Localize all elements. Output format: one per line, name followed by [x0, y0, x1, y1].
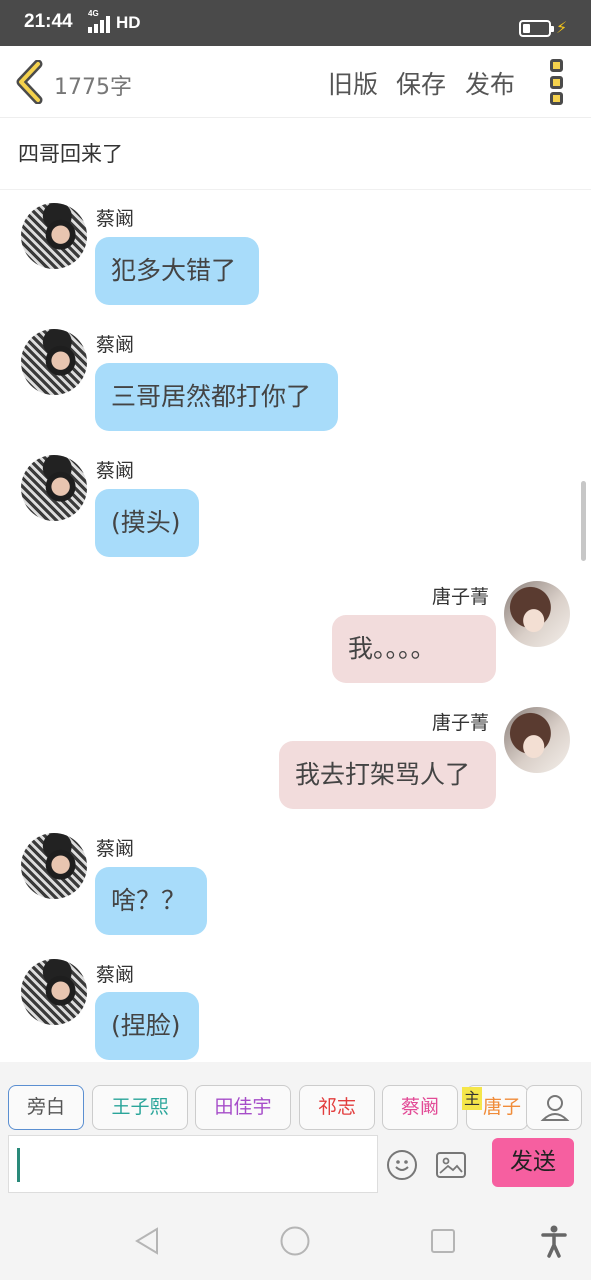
save-button[interactable]: 保存 — [396, 65, 446, 101]
triangle-back-icon[interactable] — [133, 1226, 161, 1256]
square-recent-icon[interactable] — [429, 1227, 457, 1255]
avatar[interactable] — [21, 959, 87, 1025]
battery-icon — [519, 20, 554, 37]
chat-bubble[interactable]: 我。。。。 — [332, 615, 496, 683]
character-chip-narrator[interactable]: 旁白 — [8, 1085, 84, 1130]
main-character-badge: 主 — [462, 1087, 482, 1110]
sender-name: 蔡阚 — [96, 208, 135, 230]
word-count: 1775字 — [54, 75, 132, 100]
publish-button[interactable]: 发布 — [465, 65, 515, 101]
person-icon — [540, 1095, 570, 1121]
avatar[interactable] — [504, 581, 570, 647]
chat-bubble[interactable]: (摸头) — [95, 489, 199, 557]
old-version-button[interactable]: 旧版 — [328, 65, 378, 101]
chevron-left-icon — [16, 59, 43, 105]
avatar[interactable] — [504, 707, 570, 773]
network-indicator: 4G HD — [88, 9, 141, 33]
sender-name: 唐子菁 — [432, 586, 490, 608]
accessibility-icon[interactable] — [540, 1224, 568, 1258]
chat-bubble[interactable]: 啥？？ — [95, 867, 207, 935]
image-glyph — [439, 1157, 463, 1174]
chapter-title[interactable]: 四哥回来了 — [18, 138, 123, 168]
character-chip[interactable]: 祁志 — [299, 1085, 375, 1130]
sender-name: 唐子菁 — [432, 712, 490, 734]
send-button[interactable]: 发送 — [492, 1138, 574, 1187]
signal-icon: 4G — [88, 9, 110, 33]
character-manage-button[interactable] — [526, 1085, 582, 1130]
character-chip[interactable]: 王子熙 — [92, 1085, 188, 1130]
circle-home-icon[interactable] — [279, 1225, 311, 1257]
character-chip[interactable]: 蔡阚 — [382, 1085, 458, 1130]
avatar[interactable] — [21, 455, 87, 521]
message-input[interactable] — [8, 1135, 378, 1193]
sender-name: 蔡阚 — [96, 964, 135, 986]
status-bar: 21:44 4G HD ⚡ — [0, 0, 591, 46]
smiley-face — [395, 1160, 409, 1171]
more-vertical-icon[interactable] — [550, 59, 566, 105]
chat-bubble[interactable]: 三哥居然都打你了 — [95, 363, 338, 431]
smiley-icon[interactable] — [387, 1150, 417, 1180]
scrollbar[interactable] — [581, 481, 586, 561]
hd-label: HD — [116, 13, 141, 32]
chat-bubble[interactable]: 我去打架骂人了 — [279, 741, 496, 809]
divider — [0, 189, 591, 190]
sender-name: 蔡阚 — [96, 334, 135, 356]
avatar[interactable] — [21, 203, 87, 269]
text-caret — [17, 1148, 20, 1182]
network-type-label: 4G — [88, 9, 99, 18]
sender-name: 蔡阚 — [96, 460, 135, 482]
sender-name: 蔡阚 — [96, 838, 135, 860]
status-time: 21:44 — [24, 11, 73, 32]
character-chip[interactable]: 田佳宇 — [195, 1085, 291, 1130]
avatar[interactable] — [21, 833, 87, 899]
chat-bubble[interactable]: 犯多大错了 — [95, 237, 259, 305]
charging-icon: ⚡ — [556, 18, 568, 37]
chat-bubble[interactable]: (捏脸) — [95, 992, 199, 1060]
avatar[interactable] — [21, 329, 87, 395]
back-button[interactable] — [14, 59, 48, 105]
editor-top-bar: 1775字 旧版 保存 发布 — [0, 46, 591, 118]
image-icon[interactable] — [436, 1152, 466, 1178]
